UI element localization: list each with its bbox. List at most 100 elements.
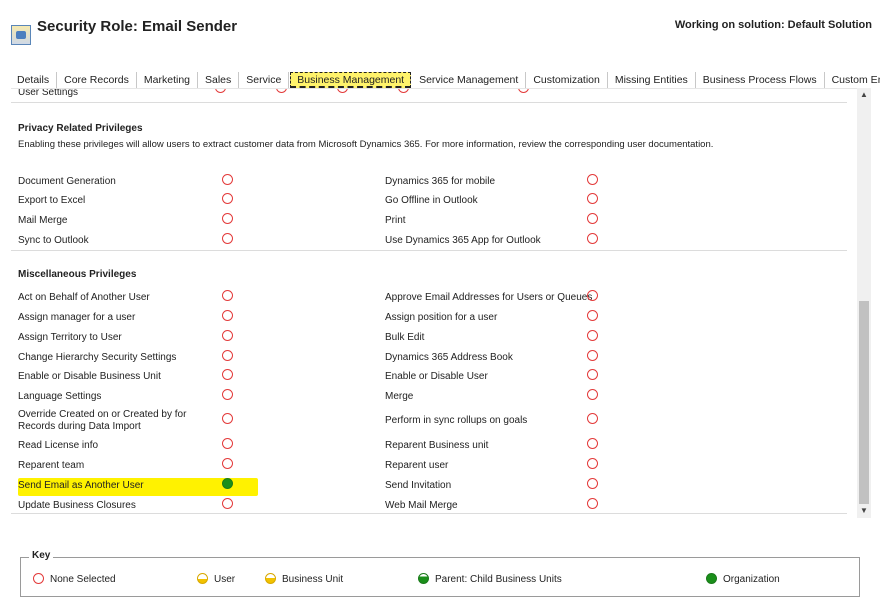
tab-missing-entities[interactable]: Missing Entities	[608, 72, 696, 88]
scroll-thumb[interactable]	[859, 301, 869, 504]
scroll-down-arrow-icon[interactable]: ▼	[857, 504, 871, 518]
privilege-radio[interactable]	[222, 389, 233, 400]
privilege-radio[interactable]	[222, 174, 233, 185]
key-label-user: User	[214, 574, 236, 585]
section-title-misc: Miscellaneous Privileges	[18, 269, 137, 280]
privilege-radio[interactable]	[276, 89, 287, 93]
privilege-label: Mail Merge	[18, 215, 68, 226]
privilege-radio[interactable]	[587, 413, 598, 424]
privilege-radio[interactable]	[398, 89, 409, 93]
privilege-label: Override Created on or Created by for Re…	[18, 409, 187, 432]
privilege-radio[interactable]	[587, 213, 598, 224]
privilege-radio[interactable]	[222, 350, 233, 361]
privilege-radio[interactable]	[587, 310, 598, 321]
privilege-label: Sync to Outlook	[18, 235, 89, 246]
privilege-radio[interactable]	[222, 438, 233, 449]
privilege-radio[interactable]	[587, 290, 598, 301]
privilege-radio[interactable]	[587, 174, 598, 185]
privilege-label: Enable or Disable User	[385, 371, 488, 382]
privilege-label: Use Dynamics 365 App for Outlook	[385, 235, 541, 246]
section-divider	[11, 250, 847, 251]
privilege-label: Act on Behalf of Another User	[18, 292, 150, 303]
privilege-label: Assign Territory to User	[18, 332, 122, 343]
privilege-radio[interactable]	[337, 89, 348, 93]
privilege-label: Reparent Business unit	[385, 440, 489, 451]
privilege-radio[interactable]	[587, 350, 598, 361]
privilege-label: Reparent user	[385, 460, 449, 471]
privilege-label: Reparent team	[18, 460, 85, 471]
privilege-radio[interactable]	[222, 233, 233, 244]
privilege-radio[interactable]	[222, 498, 233, 509]
tab-business-management[interactable]: Business Management	[290, 72, 412, 88]
solution-label: Working on solution: Default Solution	[674, 19, 872, 31]
privilege-label: Change Hierarchy Security Settings	[18, 352, 177, 363]
key-title: Key	[29, 550, 54, 561]
privilege-radio[interactable]	[587, 498, 598, 509]
privilege-radio[interactable]	[587, 369, 598, 380]
privilege-label: Go Offline in Outlook	[385, 195, 478, 206]
tab-service[interactable]: Service	[239, 72, 290, 88]
section-title-privacy: Privacy Related Privileges	[18, 123, 143, 134]
tab-marketing[interactable]: Marketing	[137, 72, 198, 88]
privilege-radio[interactable]	[222, 330, 233, 341]
tab-business-process-flows[interactable]: Business Process Flows	[696, 72, 825, 88]
privilege-radio[interactable]	[587, 478, 598, 489]
privilege-label: Perform in sync rollups on goals	[385, 415, 528, 426]
privilege-radio[interactable]	[222, 310, 233, 321]
privilege-label: Enable or Disable Business Unit	[18, 371, 161, 382]
privilege-label: Language Settings	[18, 391, 102, 402]
privilege-radio[interactable]	[222, 458, 233, 469]
section-description-privacy: Enabling these privileges will allow use…	[18, 139, 714, 150]
tab-service-management[interactable]: Service Management	[412, 72, 527, 88]
privilege-label-send-email-as-another-user: Send Email as Another User	[18, 480, 144, 491]
privilege-radio[interactable]	[215, 89, 226, 93]
privilege-label: Assign position for a user	[385, 312, 498, 323]
vertical-scrollbar[interactable]: ▲ ▼	[857, 88, 871, 518]
scroll-up-arrow-icon[interactable]: ▲	[857, 88, 871, 102]
key-label-none: None Selected	[50, 574, 116, 585]
key-legend: Key None Selected User Business Unit Par…	[20, 550, 860, 597]
tab-details[interactable]: Details	[11, 72, 58, 88]
tab-sales[interactable]: Sales	[198, 72, 240, 88]
privilege-radio[interactable]	[222, 290, 233, 301]
privilege-radio[interactable]	[587, 330, 598, 341]
privilege-label: Print	[385, 215, 406, 226]
tab-core-records[interactable]: Core Records	[57, 72, 137, 88]
section-divider	[11, 513, 847, 514]
privilege-radio[interactable]	[518, 89, 529, 93]
privilege-label: Web Mail Merge	[385, 500, 458, 511]
privilege-radio-organization[interactable]	[222, 478, 233, 489]
privilege-label: Merge	[385, 391, 414, 402]
key-label-parent-child: Parent: Child Business Units	[435, 574, 562, 585]
privilege-radio[interactable]	[222, 369, 233, 380]
privilege-radio[interactable]	[222, 193, 233, 204]
tab-customization[interactable]: Customization	[526, 72, 608, 88]
business-unit-level-icon	[265, 573, 276, 584]
privilege-label: Approve Email Addresses for Users or Que…	[385, 292, 593, 303]
key-label-business-unit: Business Unit	[282, 574, 344, 585]
privilege-label: Send Invitation	[385, 480, 452, 491]
tab-bar: Details Core Records Marketing Sales Ser…	[11, 72, 880, 88]
privilege-label: Update Business Closures	[18, 500, 136, 511]
privilege-radio[interactable]	[587, 389, 598, 400]
privilege-label: Dynamics 365 for mobile	[385, 176, 496, 187]
privilege-label-user-settings: User Settings	[18, 88, 79, 98]
privilege-radio[interactable]	[222, 413, 233, 424]
privilege-radio[interactable]	[587, 438, 598, 449]
privilege-label: Bulk Edit	[385, 332, 425, 343]
privilege-radio[interactable]	[587, 193, 598, 204]
privilege-label: Read License info	[18, 440, 99, 451]
privileges-panel: User Settings Privacy Related Privileges…	[11, 88, 858, 515]
security-role-icon	[11, 25, 31, 45]
tab-custom-entities[interactable]: Custom Entities	[825, 72, 880, 88]
privilege-radio[interactable]	[587, 233, 598, 244]
privilege-label: Assign manager for a user	[18, 312, 136, 323]
page-title: Security Role: Email Sender	[37, 18, 238, 35]
key-label-organization: Organization	[723, 574, 780, 585]
section-divider	[11, 102, 847, 103]
none-selected-icon	[33, 573, 44, 584]
privilege-radio[interactable]	[222, 213, 233, 224]
privilege-radio[interactable]	[587, 458, 598, 469]
privilege-label: Export to Excel	[18, 195, 86, 206]
privilege-label: Document Generation	[18, 176, 116, 187]
